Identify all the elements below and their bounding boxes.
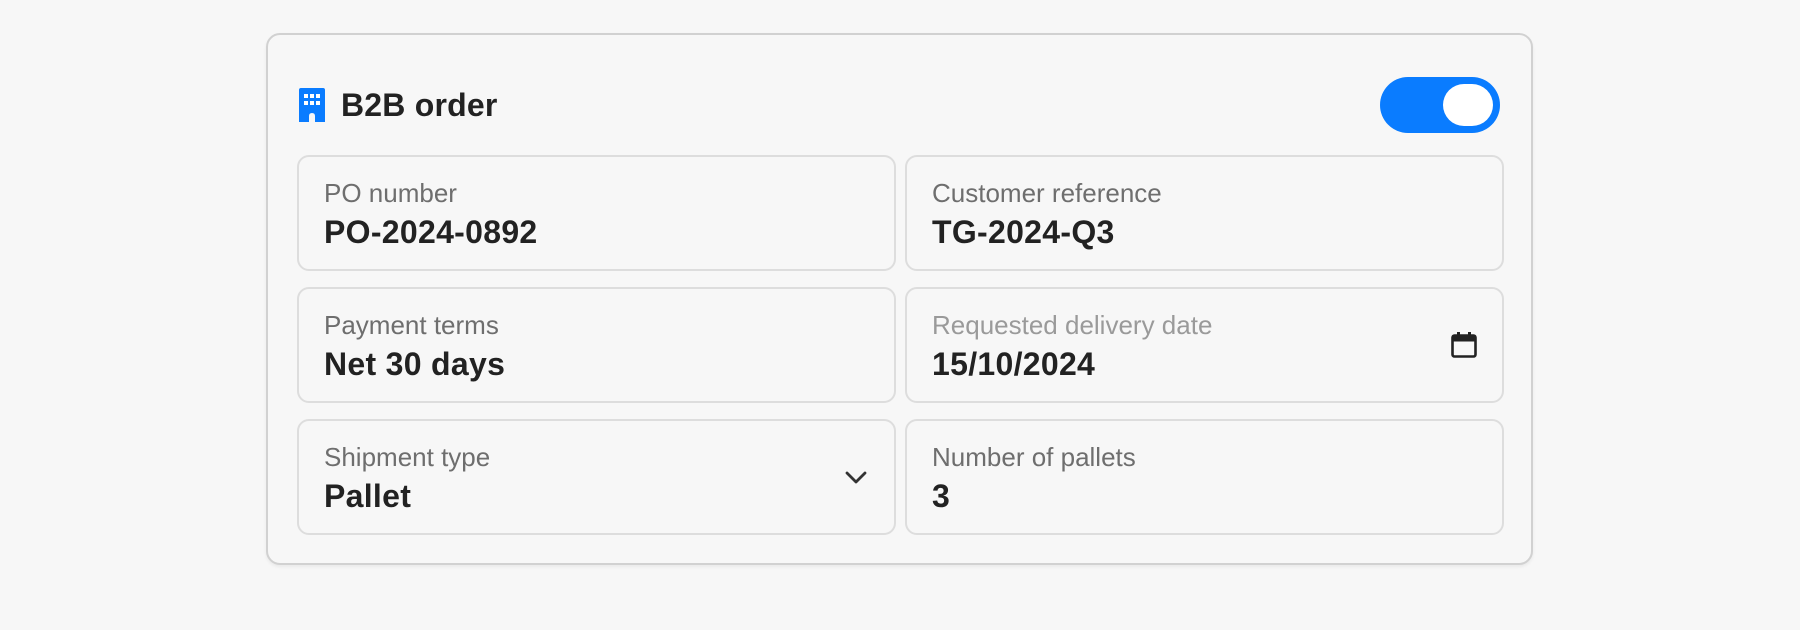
field-value: TG-2024-Q3 [932, 214, 1115, 250]
card-header: B2B order [299, 75, 1500, 135]
po-number-field[interactable]: PO number PO-2024-0892 [297, 155, 896, 271]
calendar-icon[interactable] [1450, 331, 1478, 359]
field-label: Customer reference [932, 178, 1162, 208]
chevron-down-icon[interactable] [842, 463, 870, 491]
card-title: B2B order [341, 86, 498, 123]
number-of-pallets-field[interactable]: Number of pallets 3 [905, 419, 1504, 535]
payment-terms-field[interactable]: Payment terms Net 30 days [297, 287, 896, 403]
field-label: Requested delivery date [932, 310, 1213, 340]
field-value: PO-2024-0892 [324, 214, 538, 250]
customer-reference-field[interactable]: Customer reference TG-2024-Q3 [905, 155, 1504, 271]
order-fields-grid: PO number PO-2024-0892 Customer referenc… [297, 155, 1504, 535]
field-label: Shipment type [324, 442, 491, 472]
field-label: Payment terms [324, 310, 499, 340]
b2b-order-card: B2B order PO number PO-2024-0892 Custome… [266, 33, 1533, 565]
title-group: B2B order [299, 87, 498, 124]
field-label: PO number [324, 178, 457, 208]
field-value: 15/10/2024 [932, 346, 1096, 382]
field-value: 3 [932, 478, 951, 514]
building-icon [299, 88, 325, 122]
shipment-type-select[interactable]: Shipment type Pallet [297, 419, 896, 535]
toggle-knob [1443, 84, 1493, 126]
field-value: Net 30 days [324, 346, 506, 382]
requested-delivery-date-field[interactable]: Requested delivery date 15/10/2024 [905, 287, 1504, 403]
b2b-order-toggle[interactable] [1380, 77, 1500, 133]
field-value: Pallet [324, 478, 412, 514]
field-label: Number of pallets [932, 442, 1136, 472]
